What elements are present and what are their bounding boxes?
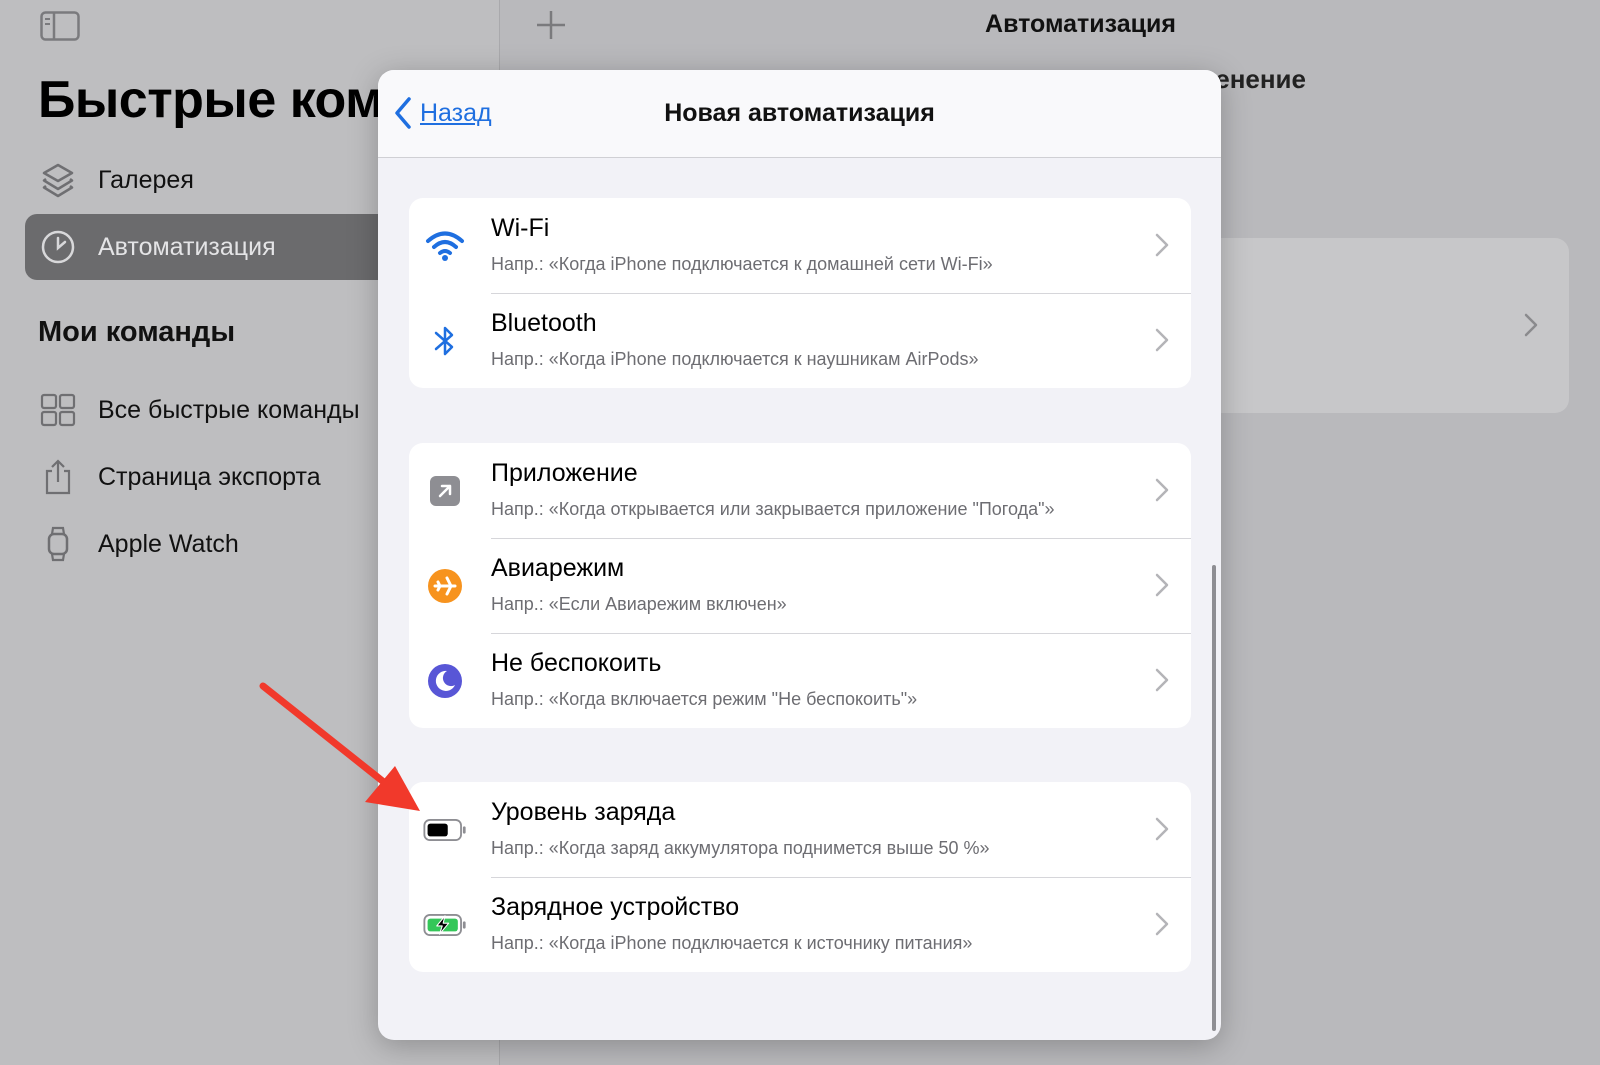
list-item-wifi[interactable]: Wi-Fi Напр.: «Когда iPhone подключается … [409, 198, 1191, 293]
row-subtitle: Напр.: «Когда iPhone подключается к дома… [491, 254, 993, 274]
row-subtitle: Напр.: «Когда включается режим "Не беспо… [491, 689, 918, 709]
sheet-title: Новая автоматизация [664, 99, 935, 127]
navigation-bar: Назад Новая автоматизация [378, 70, 1221, 158]
sidebar-item-label: Страница экспорта [98, 462, 321, 491]
main-title: Автоматизация [985, 10, 1176, 38]
airplane-icon [423, 566, 467, 606]
moon-icon [423, 661, 467, 701]
sidebar-toggle-icon[interactable] [40, 11, 80, 41]
section-title: Мои команды [38, 316, 236, 348]
chevron-right-icon [1155, 328, 1169, 357]
list-item-do-not-disturb[interactable]: Не беспокоить Напр.: «Когда включается р… [409, 633, 1191, 728]
app-arrow-icon [423, 471, 467, 511]
chevron-right-icon [1155, 817, 1169, 846]
grid-icon [40, 392, 76, 428]
sidebar-item-label: Автоматизация [98, 232, 276, 261]
list-item-charger[interactable]: Зарядное устройство Напр.: «Когда iPhone… [409, 877, 1191, 972]
layers-icon [40, 162, 76, 198]
row-subtitle: Напр.: «Когда заряд аккумулятора подниме… [491, 838, 990, 858]
row-title: Приложение [491, 459, 638, 487]
watch-icon [40, 526, 76, 562]
bluetooth-icon [423, 321, 467, 361]
sidebar-item-label: Все быстрые команды [98, 395, 360, 424]
battery-charging-icon [423, 905, 467, 945]
row-subtitle: Напр.: «Когда iPhone подключается к исто… [491, 933, 973, 953]
annotation-arrow-icon [255, 678, 425, 818]
list-item-airplane-mode[interactable]: Авиарежим Напр.: «Если Авиарежим включен… [409, 538, 1191, 633]
chevron-right-icon [1155, 233, 1169, 262]
chevron-right-icon [1155, 668, 1169, 697]
row-title: Bluetooth [491, 309, 597, 337]
battery-icon [423, 810, 467, 850]
row-subtitle: Напр.: «Когда открывается или закрываетс… [491, 499, 1055, 519]
row-subtitle: Напр.: «Если Авиарежим включен» [491, 594, 787, 614]
row-subtitle: Напр.: «Когда iPhone подключается к науш… [491, 349, 979, 369]
scrollbar[interactable] [1212, 565, 1216, 1031]
clock-icon [40, 229, 76, 265]
wifi-icon [423, 226, 467, 266]
trigger-group-connectivity: Wi-Fi Напр.: «Когда iPhone подключается … [409, 198, 1191, 388]
trigger-group-settings: Приложение Напр.: «Когда открывается или… [409, 443, 1191, 728]
share-icon [40, 459, 76, 495]
row-title: Не беспокоить [491, 649, 662, 677]
chevron-right-icon [1155, 912, 1169, 941]
new-automation-sheet: Назад Новая автоматизация Wi-Fi Напр.: «… [378, 70, 1221, 1040]
app-title: Быстрые ком [38, 71, 384, 129]
list-item-app[interactable]: Приложение Напр.: «Когда открывается или… [409, 443, 1191, 538]
trigger-group-battery: Уровень заряда Напр.: «Когда заряд аккум… [409, 782, 1191, 972]
chevron-right-icon [1155, 478, 1169, 507]
row-title: Зарядное устройство [491, 893, 740, 921]
row-title: Авиарежим [491, 554, 625, 582]
chevron-right-icon [1155, 573, 1169, 602]
list-item-bluetooth[interactable]: Bluetooth Напр.: «Когда iPhone подключае… [409, 293, 1191, 388]
sidebar-item-label: Apple Watch [98, 529, 239, 558]
chevron-right-icon [1524, 313, 1538, 342]
row-title: Wi-Fi [491, 214, 550, 242]
list-item-battery-level[interactable]: Уровень заряда Напр.: «Когда заряд аккум… [409, 782, 1191, 877]
sidebar-item-label: Галерея [98, 165, 194, 194]
row-title: Уровень заряда [491, 798, 676, 826]
